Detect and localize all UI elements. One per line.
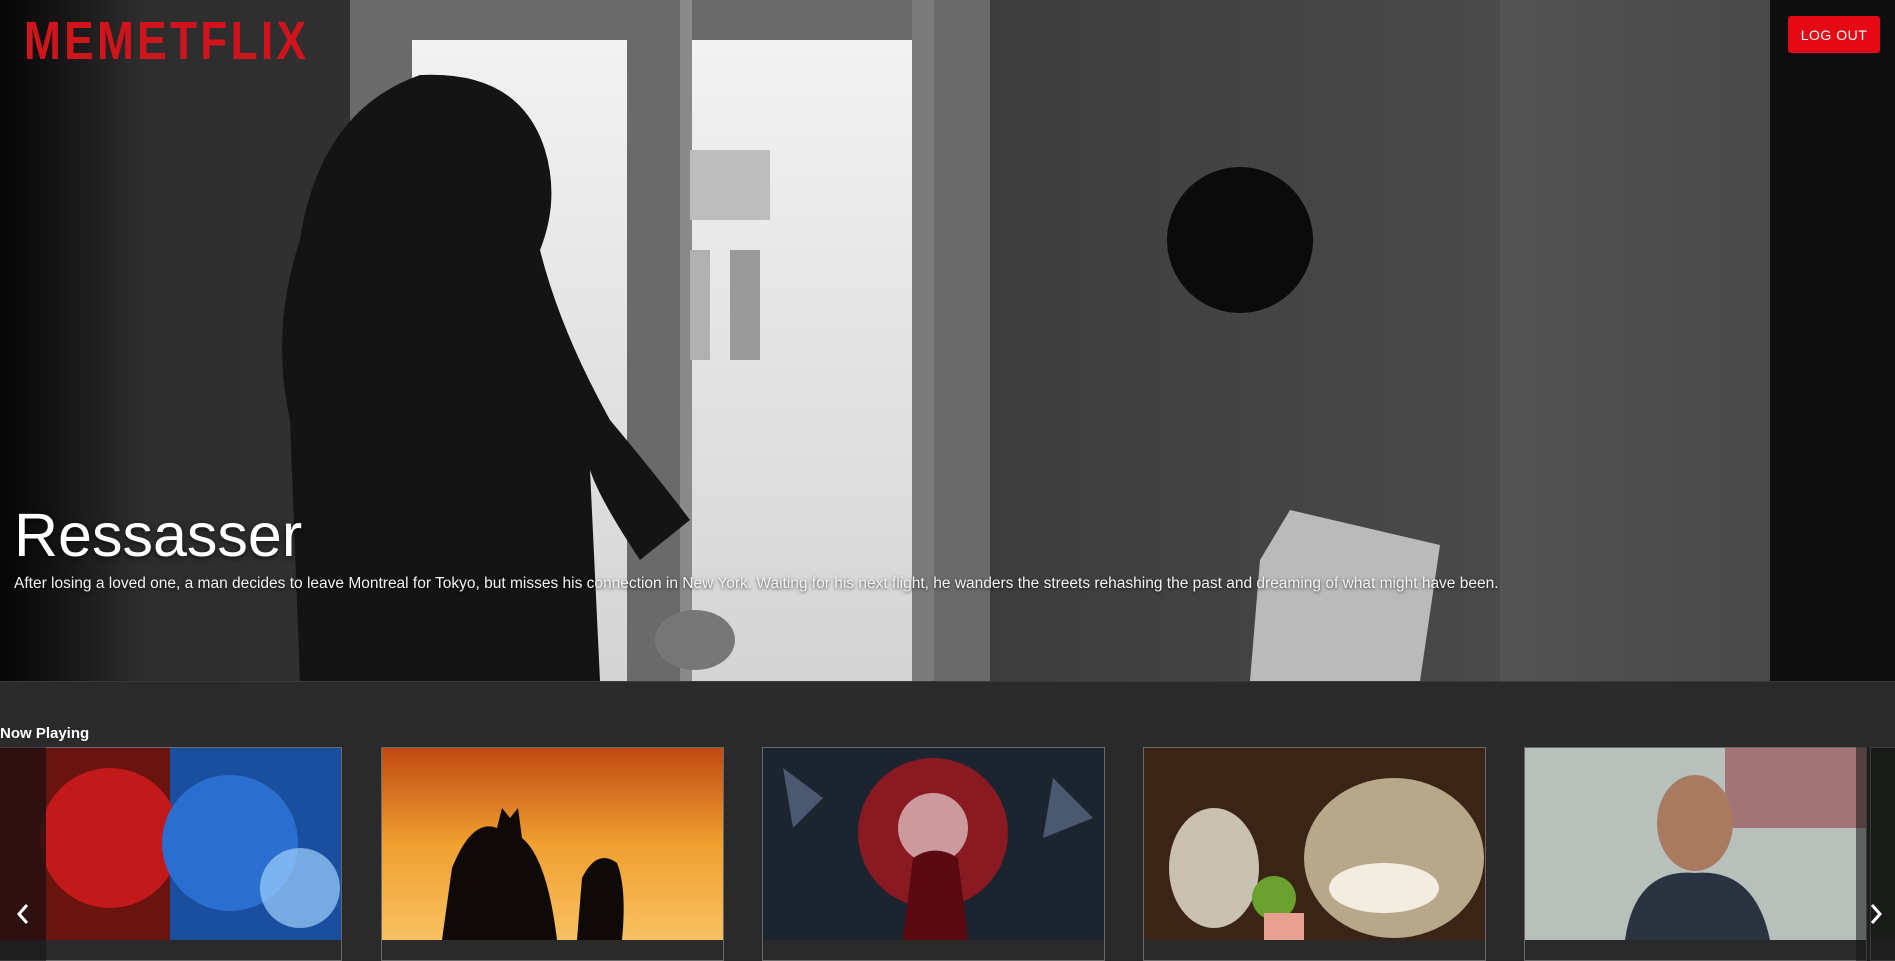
movie-card[interactable]: [762, 747, 1105, 961]
featured-title: Ressasser: [14, 501, 303, 569]
chevron-right-icon: [1870, 904, 1882, 924]
carousel-next-button[interactable]: [1856, 747, 1895, 961]
logout-button[interactable]: LOG OUT: [1788, 16, 1880, 53]
hero-banner: MEMETFLIX LOG OUT Ressasser After losing…: [0, 0, 1895, 682]
chevron-left-icon: [16, 904, 29, 924]
now-playing-carousel: [0, 747, 1895, 961]
carousel-prev-button[interactable]: [0, 747, 46, 961]
row-title-now-playing: Now Playing: [0, 725, 90, 742]
featured-description: After losing a loved one, a man decides …: [14, 575, 1499, 592]
movie-poster: [382, 748, 723, 940]
movie-card[interactable]: [1524, 747, 1867, 961]
movie-card[interactable]: [0, 747, 342, 961]
movie-poster: [763, 748, 1104, 940]
movie-poster: [1144, 748, 1485, 940]
memetflix-logo[interactable]: MEMETFLIX: [24, 10, 309, 72]
movie-poster: [1525, 748, 1866, 940]
movie-card[interactable]: [381, 747, 724, 961]
movie-card[interactable]: [1143, 747, 1486, 961]
movie-poster: [0, 748, 341, 940]
